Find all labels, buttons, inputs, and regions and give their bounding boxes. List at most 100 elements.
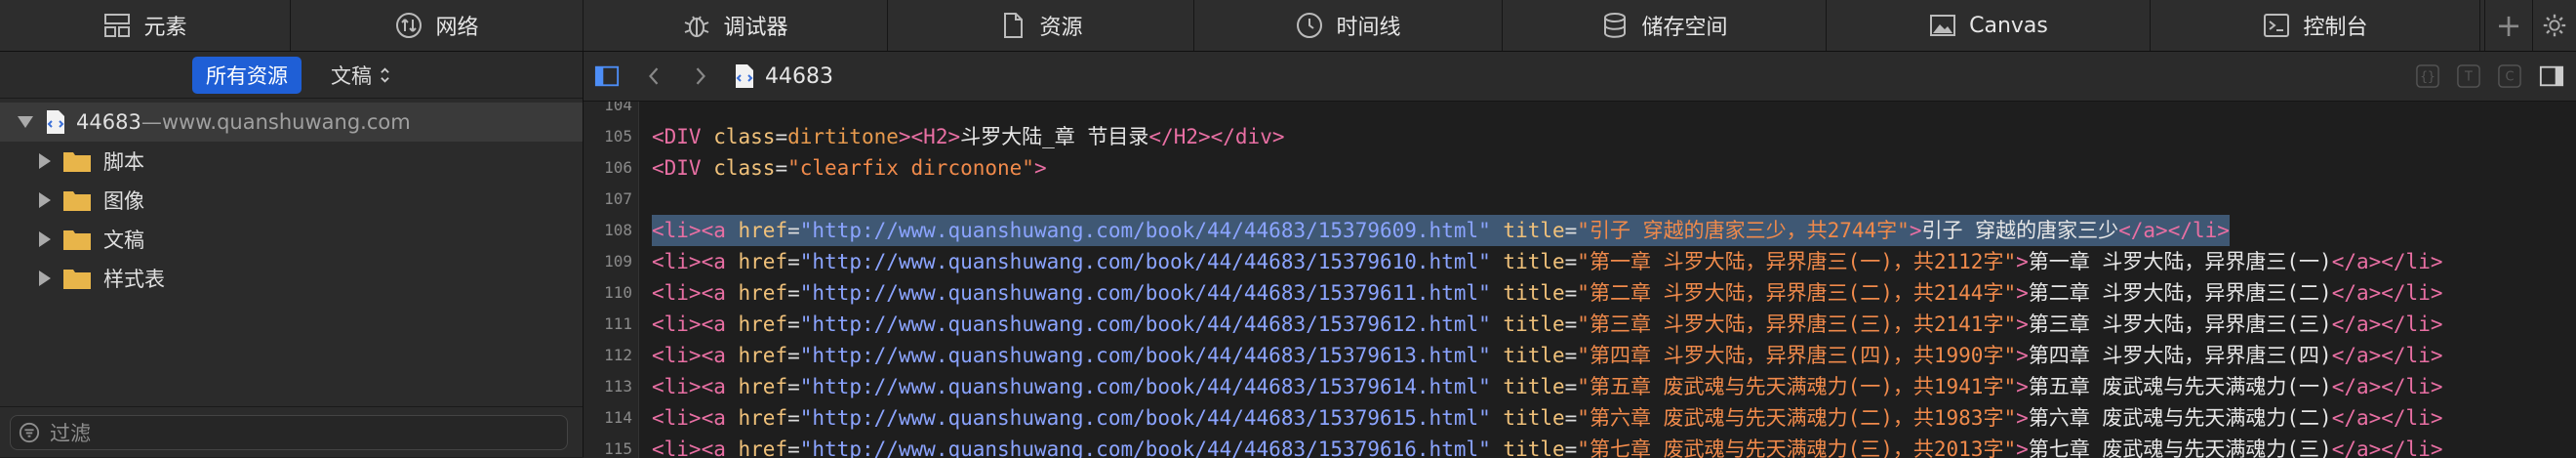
code-token: </H2></div>	[1148, 125, 1285, 148]
line-number: 104	[604, 102, 632, 114]
code-token: 第七章 废武魂与先天满魂力(三)	[2028, 437, 2332, 458]
code-text: <li><a href="http://www.quanshuwang.com/…	[652, 340, 2442, 371]
code-line[interactable]: 107	[584, 184, 2576, 215]
code-token: >	[1909, 219, 1922, 242]
tab-label: 资源	[1039, 16, 1083, 40]
code-token: title	[1503, 250, 1565, 273]
code-line[interactable]: 109 <li><a href="http://www.quanshuwang.c…	[584, 246, 2576, 277]
code-token: >	[2016, 250, 2029, 273]
code-token: title	[1503, 344, 1565, 367]
code-token: title	[1503, 281, 1565, 305]
disclosure-triangle-icon[interactable]	[39, 231, 51, 247]
forward-chevron-icon[interactable]	[677, 65, 724, 87]
code-line[interactable]: 108 <li><a href="http://www.quanshuwang.c…	[584, 215, 2576, 246]
elements-icon	[102, 11, 143, 40]
tab-label: 调试器	[723, 16, 788, 40]
code-token: href	[738, 406, 788, 430]
expand-triangle-icon[interactable]	[18, 116, 33, 128]
tree-folder-scripts[interactable]: 脚本	[0, 142, 583, 181]
code-token: "第五章 废武魂与先天满魂力(一)，共1941字"	[1577, 375, 2017, 398]
code-token: href	[738, 250, 788, 273]
sort-label: 文稿	[331, 63, 372, 88]
breadcrumb[interactable]: 44683	[734, 63, 833, 89]
code-token: href	[738, 219, 788, 242]
add-tab-plus-icon[interactable]: +	[2484, 0, 2532, 51]
disclosure-triangle-icon[interactable]	[39, 271, 51, 286]
code-line[interactable]: 113 <li><a href="http://www.quanshuwang.c…	[584, 371, 2576, 402]
code-token: </a></li>	[2331, 250, 2443, 273]
canvas-image-icon	[1928, 11, 1969, 40]
code-line[interactable]: 114 <li><a href="http://www.quanshuwang.c…	[584, 402, 2576, 434]
pretty-print-braces-icon[interactable]: {}	[2416, 64, 2439, 88]
code-line[interactable]: 104	[584, 102, 2576, 121]
html-document-icon	[47, 110, 64, 134]
code-area[interactable]: 104 105 <DIV class=dirtitone><H2>斗罗大陆_章 节目…	[584, 102, 2576, 458]
code-text: <li><a href="http://www.quanshuwang.com/…	[652, 371, 2442, 402]
code-token: title	[1503, 406, 1565, 430]
tree-root-item[interactable]: 44683 — www.quanshuwang.com	[0, 103, 583, 142]
code-token: >	[2016, 344, 2029, 367]
code-token: >	[2016, 406, 2029, 430]
code-line[interactable]: 111 <li><a href="http://www.quanshuwang.c…	[584, 309, 2576, 340]
timeline-clock-icon	[1295, 11, 1336, 40]
code-token: <li><a	[652, 250, 739, 273]
resource-tree: 44683 — www.quanshuwang.com 脚本 图像 文稿 样式表	[0, 99, 583, 298]
css-c-icon[interactable]: C	[2498, 64, 2521, 88]
tab-bar-extras: +	[2480, 0, 2576, 51]
tab-canvas[interactable]: Canvas	[1827, 0, 2151, 51]
sort-selector[interactable]: 文稿	[331, 61, 390, 90]
line-number: 115	[604, 439, 632, 458]
code-token: 第二章 斗罗大陆，异界唐三(二)	[2028, 281, 2332, 305]
folder-label: 文稿	[103, 229, 144, 252]
code-token: href	[738, 344, 788, 367]
code-token: >	[2016, 375, 2029, 398]
code-text: <DIV class="clearfix dirconone">	[652, 152, 1047, 184]
filter-input[interactable]: 过滤	[10, 414, 568, 450]
code-token: "http://www.quanshuwang.com/book/44/4468…	[799, 437, 1491, 458]
settings-gear-icon[interactable]	[2532, 0, 2576, 51]
tree-folder-stylesheets[interactable]: 样式表	[0, 259, 583, 298]
code-line[interactable]: 105 <DIV class=dirtitone><H2>斗罗大陆_章 节目录</…	[584, 121, 2576, 152]
code-token: </a></li>	[2118, 219, 2230, 242]
type-text-icon[interactable]: T	[2457, 64, 2480, 88]
tab-storage[interactable]: 储存空间	[1503, 0, 1827, 51]
tree-folder-documents[interactable]: 文稿	[0, 220, 583, 259]
tab-elements[interactable]: 元素	[0, 0, 291, 51]
code-token: =	[787, 375, 800, 398]
filter-placeholder: 过滤	[50, 421, 91, 445]
folder-icon	[63, 152, 91, 172]
tab-resources[interactable]: 资源	[888, 0, 1194, 51]
code-line[interactable]: 112 <li><a href="http://www.quanshuwang.c…	[584, 340, 2576, 371]
folder-label: 脚本	[103, 150, 144, 174]
disclosure-triangle-icon[interactable]	[39, 192, 51, 208]
toggle-sidebar-icon[interactable]	[584, 64, 630, 88]
disclosure-triangle-icon[interactable]	[39, 153, 51, 169]
back-chevron-icon[interactable]	[630, 65, 677, 87]
code-token: title	[1503, 312, 1565, 336]
tab-console[interactable]: 控制台	[2151, 0, 2480, 51]
line-number: 108	[604, 221, 632, 239]
tab-timeline[interactable]: 时间线	[1194, 0, 1503, 51]
code-token: "http://www.quanshuwang.com/book/44/4468…	[799, 312, 1491, 336]
code-token: "http://www.quanshuwang.com/book/44/4468…	[799, 344, 1491, 367]
code-token: "第三章 斗罗大陆，异界唐三(三)，共2141字"	[1577, 312, 2017, 336]
code-token: =	[787, 281, 800, 305]
code-line[interactable]: 106 <DIV class="clearfix dirconone">	[584, 152, 2576, 184]
code-token: "引子 穿越的唐家三少，共2744字"	[1577, 219, 1910, 242]
code-token: =	[787, 344, 800, 367]
code-token: "第六章 废武魂与先天满魂力(二)，共1983字"	[1577, 406, 2017, 430]
code-token: <li><a	[652, 281, 739, 305]
tab-debugger[interactable]: 调试器	[584, 0, 888, 51]
tree-folder-images[interactable]: 图像	[0, 181, 583, 220]
code-token: title	[1503, 437, 1565, 458]
all-resources-filter-button[interactable]: 所有资源	[192, 56, 302, 94]
code-token: "第四章 斗罗大陆，异界唐三(四)，共1990字"	[1577, 344, 2017, 367]
code-line[interactable]: 110 <li><a href="http://www.quanshuwang.c…	[584, 277, 2576, 309]
toggle-details-sidebar-icon[interactable]	[2539, 64, 2564, 88]
resources-document-icon	[998, 11, 1039, 40]
code-line[interactable]: 115 <li><a href="http://www.quanshuwang.c…	[584, 434, 2576, 458]
up-down-chevron-icon	[381, 66, 389, 83]
code-token: >	[1033, 156, 1047, 180]
tab-network[interactable]: 网络	[291, 0, 584, 51]
